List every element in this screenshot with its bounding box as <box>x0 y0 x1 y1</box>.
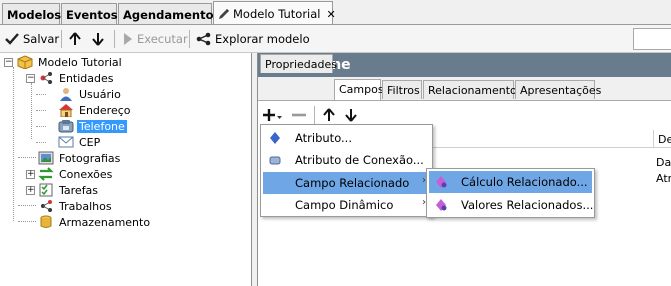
entities-icon <box>40 72 52 84</box>
add-field-button[interactable] <box>263 106 283 124</box>
tab-propriedades[interactable]: Propriedades <box>260 54 337 73</box>
collapse-icon[interactable]: − <box>26 74 35 83</box>
tab-relacionamentos[interactable]: Relacionamentos <box>423 80 523 99</box>
save-button[interactable]: Salvar <box>4 30 59 48</box>
tree-item-telefone[interactable]: Telefone <box>58 118 127 134</box>
expand-icon[interactable]: + <box>26 170 35 179</box>
tab-apresentacoes[interactable]: Apresentações <box>515 80 601 99</box>
related-values-icon <box>436 199 447 211</box>
menu-item-calculo-relacionado[interactable]: Cálculo Relacionado... <box>429 171 592 193</box>
menu-item-atributo-conexao[interactable]: Atributo de Conexão... <box>263 149 430 171</box>
tasks-icon <box>39 183 53 197</box>
tree-item-usuario[interactable]: Usuário <box>58 86 123 102</box>
jobs-icon <box>41 200 52 212</box>
cube-icon <box>17 55 33 69</box>
related-field-submenu: Cálculo Relacionado... Valores Relaciona… <box>426 168 595 218</box>
collapse-icon[interactable]: − <box>4 58 13 67</box>
model-tree: − Modelo Tutorial − Entidades Usuário En… <box>0 53 252 286</box>
explore-model-button[interactable]: Explorar modelo <box>196 30 310 48</box>
expand-icon[interactable]: + <box>26 186 35 195</box>
tree-item-trabalhos[interactable]: Trabalhos <box>38 198 114 214</box>
execute-button[interactable]: Executar <box>122 30 188 48</box>
main-toolbar: Salvar Executar Explorar modelo <box>0 25 671 53</box>
field-up-button[interactable] <box>322 106 336 124</box>
arrow-down-icon <box>92 33 104 46</box>
tab-campos[interactable]: Campos <box>334 79 384 100</box>
close-tab-icon[interactable]: ✕ <box>327 8 336 21</box>
tab-eventos[interactable]: Eventos <box>61 3 118 25</box>
move-up-button[interactable] <box>68 30 85 48</box>
arrow-up-icon <box>323 108 335 121</box>
tab-agendamentos[interactable]: Agendamentos <box>118 3 220 25</box>
minus-icon <box>292 113 306 117</box>
tree-item-armazenamento[interactable]: Armazenamento <box>38 214 152 230</box>
menu-item-valores-relacionados[interactable]: Valores Relacionados... <box>429 194 593 216</box>
document-tab-bar: Modelos Eventos Agendamentos Modelo Tuto… <box>0 0 671 25</box>
envelope-icon <box>58 136 74 148</box>
photo-icon <box>38 151 54 165</box>
arrow-down-icon <box>345 109 357 122</box>
menu-item-campo-relacionado[interactable]: Campo Relacionado › <box>263 172 430 194</box>
tab-modelos[interactable]: Modelos <box>2 3 61 25</box>
connections-icon <box>38 167 54 181</box>
menu-item-atributo[interactable]: Atributo... <box>263 127 430 149</box>
phone-icon <box>58 120 74 133</box>
grid-cell: Atr <box>656 172 671 185</box>
user-icon <box>60 88 72 101</box>
tree-item-tarefas[interactable]: Tarefas <box>38 182 100 198</box>
column-header[interactable]: De <box>653 130 671 148</box>
tab-modelo-tutorial[interactable]: Modelo Tutorial ✕ <box>213 1 336 24</box>
house-icon <box>59 104 73 117</box>
plus-dropdown-icon <box>263 109 282 121</box>
related-calculation-icon <box>436 176 447 188</box>
tree-item-conexoes[interactable]: Conexões <box>38 166 114 182</box>
tab-filtros[interactable]: Filtros <box>382 80 422 99</box>
add-field-menu: Atributo... Atributo de Conexão... Campo… <box>260 124 433 217</box>
tree-item-fotografias[interactable]: Fotografias <box>38 150 122 166</box>
tree-item-modelo-tutorial[interactable]: Modelo Tutorial <box>17 54 124 70</box>
tree-item-cep[interactable]: CEP <box>58 134 102 150</box>
remove-field-button[interactable] <box>291 106 307 124</box>
database-icon <box>40 215 52 228</box>
tree-item-entidades[interactable]: Entidades <box>38 70 116 86</box>
play-icon <box>124 33 132 45</box>
field-down-button[interactable] <box>344 106 358 124</box>
checkmark-icon <box>5 33 19 45</box>
pencil-icon <box>219 9 229 19</box>
arrow-up-icon <box>69 32 81 45</box>
fields-grid-header: De <box>428 130 671 148</box>
search-input[interactable] <box>633 28 671 50</box>
connection-attribute-icon <box>269 156 281 165</box>
attribute-icon <box>270 132 280 144</box>
grid-cell: Dat <box>656 156 671 169</box>
menu-item-campo-dinamico[interactable]: Campo Dinâmico › <box>263 194 430 216</box>
share-nodes-icon <box>196 32 211 46</box>
tree-item-endereco[interactable]: Endereço <box>58 102 133 118</box>
move-down-button[interactable] <box>91 30 108 48</box>
